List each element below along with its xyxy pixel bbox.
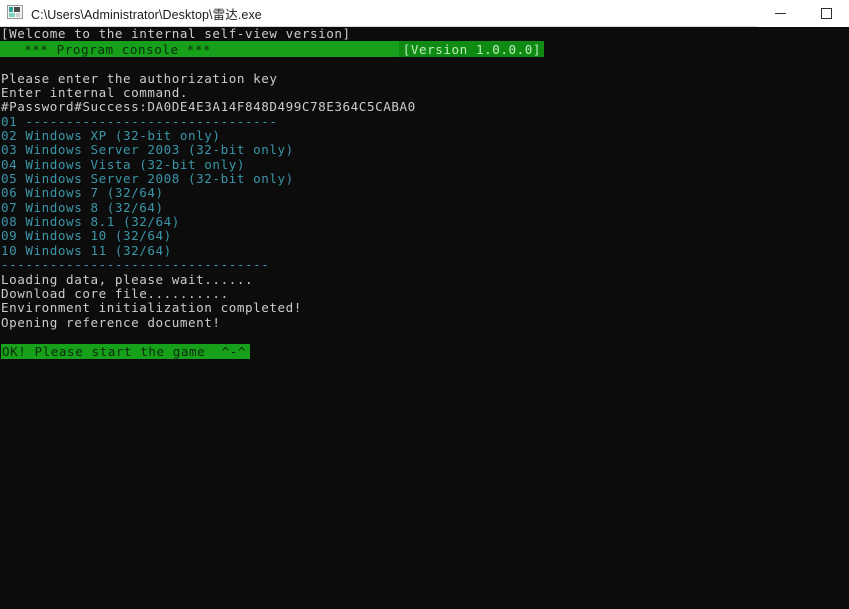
maximize-button[interactable]	[803, 0, 849, 27]
banner-title: *** Program console ***	[16, 41, 212, 57]
message-line-0: Please enter the authorization key	[1, 70, 278, 86]
final-status-text: OK! Please start the game ^-^	[2, 343, 246, 359]
window-controls	[757, 0, 849, 27]
os-list-item-5: 07 Windows 8 (32/64)	[1, 199, 164, 215]
status-line-1: Download core file..........	[1, 285, 229, 301]
status-line-2: Environment initialization completed!	[1, 300, 302, 316]
console-output[interactable]: [Welcome to the internal self-view versi…	[0, 27, 849, 609]
version-label: [Version 1.0.0.0]	[402, 41, 541, 57]
os-list-item-1: 03 Windows Server 2003 (32-bit only)	[1, 142, 294, 158]
version-badge: [Version 1.0.0.0]	[398, 41, 544, 58]
os-list-item-4: 06 Windows 7 (32/64)	[1, 185, 164, 201]
final-status-banner: OK! Please start the game ^-^	[1, 343, 250, 360]
window-title: C:\Users\Administrator\Desktop\雷达.exe	[31, 7, 262, 22]
os-list-item-3: 05 Windows Server 2008 (32-bit only)	[1, 171, 294, 187]
status-line-3: Opening reference document!	[1, 314, 221, 330]
minimize-icon	[774, 13, 786, 14]
os-list-item-2: 04 Windows Vista (32-bit only)	[1, 156, 245, 172]
separator-top: 01 -------------------------------	[1, 113, 278, 129]
status-line-0: Loading data, please wait......	[1, 271, 254, 287]
os-list-item-0: 02 Windows XP (32-bit only)	[1, 128, 221, 144]
welcome-line: [Welcome to the internal self-view versi…	[1, 27, 351, 41]
message-line-1: Enter internal command.	[1, 85, 189, 101]
os-list-item-7: 09 Windows 10 (32/64)	[1, 228, 172, 244]
program-console-banner: *** Program console *** [Version 1.0.0.0…	[0, 41, 544, 58]
console-app-icon	[7, 5, 23, 21]
maximize-icon	[820, 8, 832, 19]
message-line-2: #Password#Success:DA0DE4E3A14F848D499C78…	[1, 99, 416, 115]
separator-bottom: ---------------------------------	[1, 257, 270, 273]
os-list-item-6: 08 Windows 8.1 (32/64)	[1, 214, 180, 230]
os-list-item-8: 10 Windows 11 (32/64)	[1, 242, 172, 258]
console-window: C:\Users\Administrator\Desktop\雷达.exe [W…	[0, 0, 849, 609]
minimize-button[interactable]	[757, 0, 803, 27]
final-line-wrapper: OK! Please start the game ^-^	[0, 343, 849, 360]
title-bar: C:\Users\Administrator\Desktop\雷达.exe	[0, 0, 849, 27]
